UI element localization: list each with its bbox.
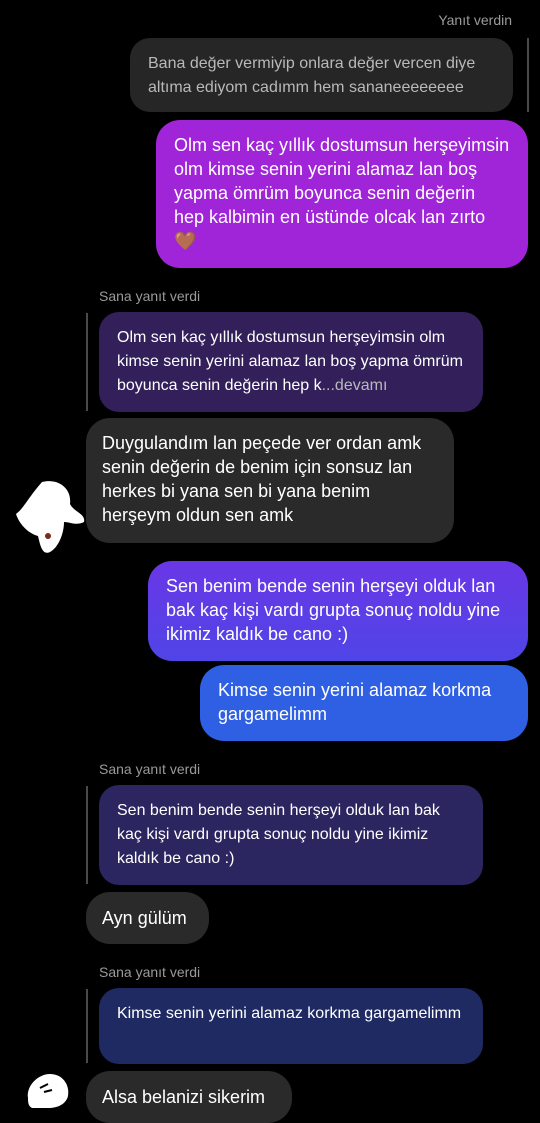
- received-message-1[interactable]: Duygulandım lan peçede ver ordan amk sen…: [86, 418, 454, 543]
- sent-message-2[interactable]: Sen benim bende senin herşeyi olduk lan …: [148, 561, 528, 661]
- reply-indicator-line: [86, 786, 88, 884]
- quoted-message-4[interactable]: Kimse senin yerini alamaz korkma gargame…: [99, 988, 483, 1064]
- replied-label: Yanıt verdin: [438, 12, 512, 28]
- avatar[interactable]: [18, 1068, 74, 1108]
- quoted-message-2[interactable]: Olm sen kaç yıllık dostumsun herşeyimsin…: [99, 312, 483, 412]
- avatar-blob-icon: [16, 481, 85, 553]
- quoted-message-3[interactable]: Sen benim bende senin herşeyi olduk lan …: [99, 785, 483, 885]
- avatar-blob-icon: [27, 1074, 69, 1108]
- reply-indicator-line: [527, 38, 529, 112]
- received-message-3[interactable]: Alsa belanizi sikerim: [86, 1071, 292, 1123]
- quoted-own-message[interactable]: Bana değer vermiyip onlara değer vercen …: [130, 38, 513, 112]
- sent-message-1[interactable]: Olm sen kaç yıllık dostumsun herşeyimsin…: [156, 120, 528, 268]
- reply-label-2: Sana yanıt verdi: [99, 288, 201, 304]
- received-message-2[interactable]: Ayn gülüm: [86, 892, 209, 944]
- quoted-text: Olm sen kaç yıllık dostumsun herşeyimsin…: [117, 329, 463, 394]
- sent-message-3[interactable]: Kimse senin yerini alamaz korkma gargame…: [200, 665, 528, 741]
- reply-label-4: Sana yanıt verdi: [99, 964, 201, 980]
- avatar[interactable]: [14, 478, 86, 558]
- reply-indicator-line: [86, 989, 88, 1063]
- reply-indicator-line: [86, 313, 88, 411]
- reply-label-3: Sana yanıt verdi: [99, 761, 201, 777]
- see-more-link[interactable]: ...devamı: [322, 377, 388, 394]
